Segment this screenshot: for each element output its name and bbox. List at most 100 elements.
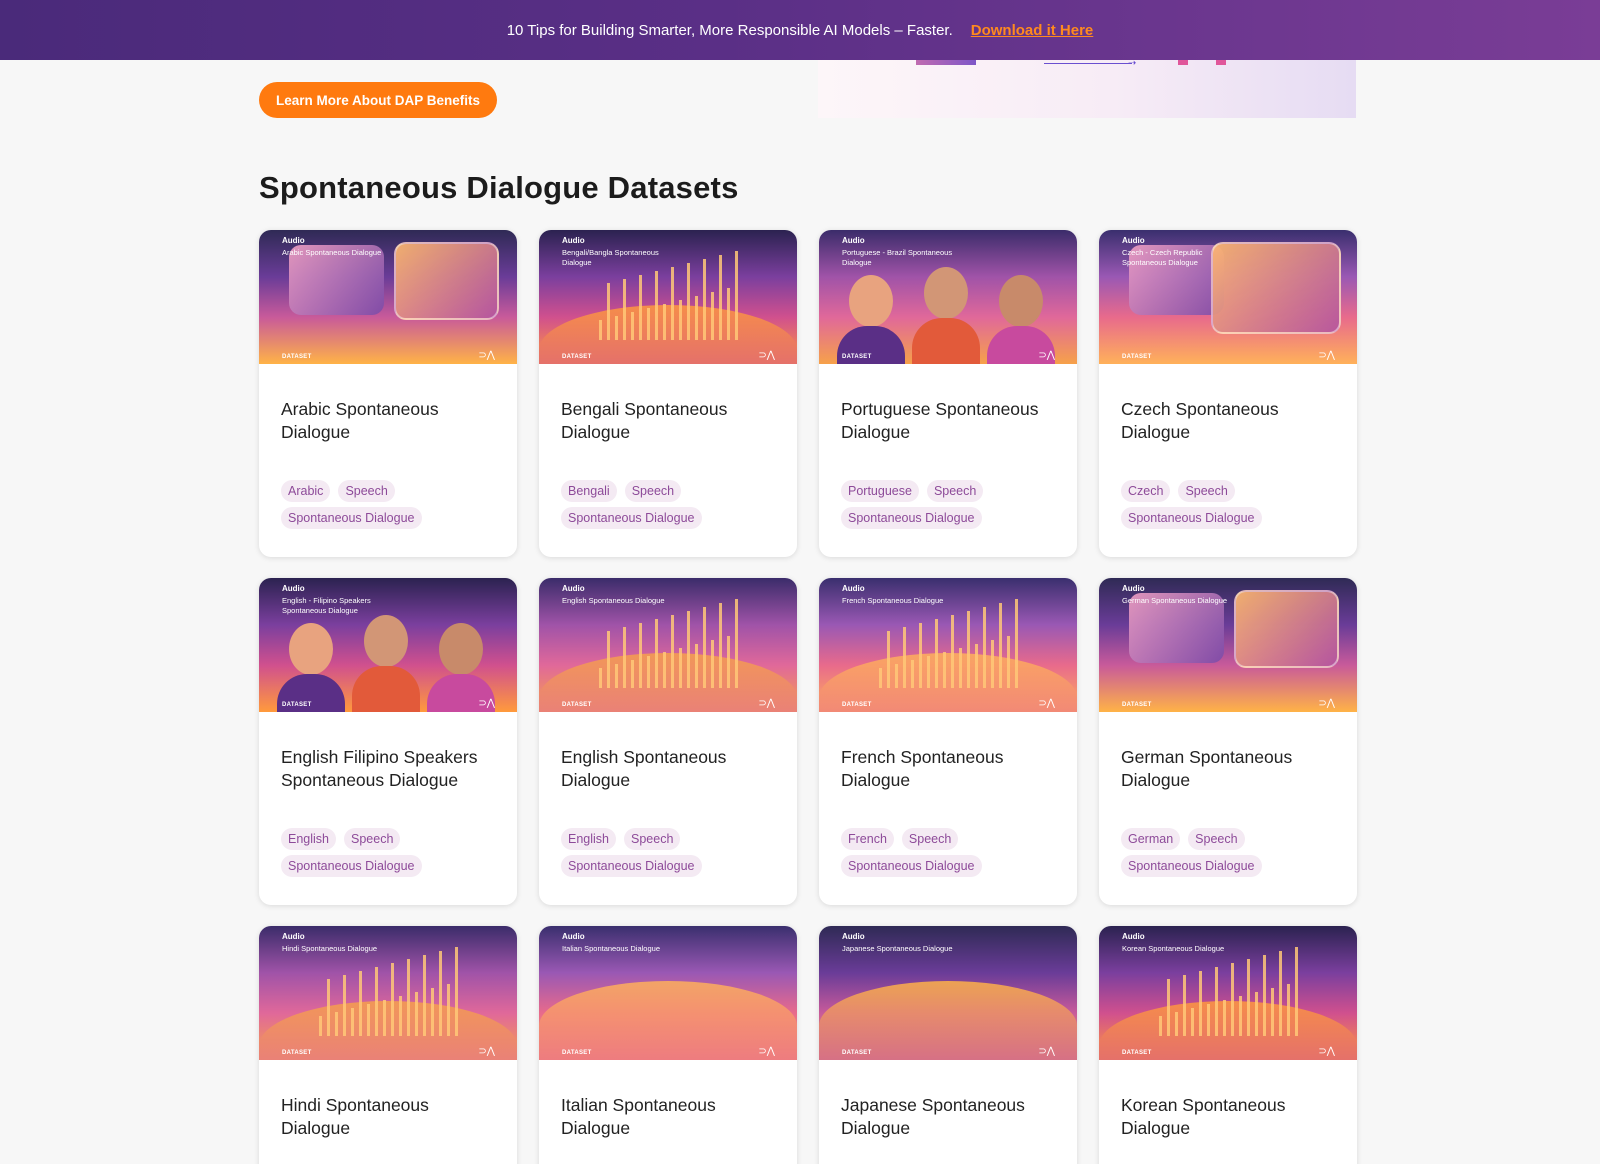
thumbnail-audio-label: Audio	[562, 932, 585, 941]
dataset-thumbnail: Audio Italian Spontaneous Dialogue DATASET…	[539, 926, 797, 1060]
tag-list: Bengali Speech Spontaneous Dialogue	[561, 480, 781, 529]
thumbnail-dataset-label: DATASET	[842, 702, 872, 708]
dataset-card[interactable]: Audio Japanese Spontaneous Dialogue DATASE…	[819, 926, 1077, 1164]
brand-logo-icon: ⊃⋀	[758, 350, 775, 361]
thumbnail-dataset-name: Korean Spontaneous Dialogue	[1122, 944, 1225, 953]
thumbnail-dataset-label: DATASET	[1122, 1050, 1152, 1056]
card-title[interactable]: Arabic Spontaneous Dialogue	[281, 398, 501, 444]
thumbnail-audio-label: Audio	[842, 236, 865, 245]
tag-chip[interactable]: Spontaneous Dialogue	[281, 507, 422, 529]
thumbnail-audio-label: Audio	[1122, 584, 1145, 593]
dataset-thumbnail: Audio German Spontaneous Dialogue DATASET ⊃…	[1099, 578, 1357, 712]
dataset-card[interactable]: Audio Bengali/Bangla Spontaneous Dialogue…	[539, 230, 797, 557]
dataset-card[interactable]: Audio Hindi Spontaneous Dialogue DATASET ⊃⋀…	[259, 926, 517, 1164]
card-title[interactable]: Portuguese Spontaneous Dialogue	[841, 398, 1061, 444]
card-title[interactable]: Czech Spontaneous Dialogue	[1121, 398, 1341, 444]
thumbnail-dataset-name: Italian Spontaneous Dialogue	[562, 944, 660, 953]
tag-list: French Speech Spontaneous Dialogue	[841, 828, 1061, 877]
tag-chip[interactable]: German	[1121, 828, 1181, 850]
tag-chip[interactable]: Portuguese	[841, 480, 919, 502]
dataset-card[interactable]: Audio French Spontaneous Dialogue DATASET ⊃…	[819, 578, 1077, 905]
tag-chip[interactable]: Speech	[1178, 480, 1235, 502]
dataset-thumbnail: Audio English Spontaneous Dialogue DATASET…	[539, 578, 797, 712]
dataset-card[interactable]: Audio German Spontaneous Dialogue DATASET ⊃…	[1099, 578, 1357, 905]
thumbnail-audio-label: Audio	[282, 236, 305, 245]
tag-list: Arabic Speech Spontaneous Dialogue	[281, 480, 501, 529]
brand-logo-icon: ⊃⋀	[758, 1046, 775, 1057]
dataset-card[interactable]: Audio Portuguese - Brazil Spontaneous Dia…	[819, 230, 1077, 557]
card-title[interactable]: Japanese Spontaneous Dialogue	[841, 1094, 1061, 1140]
brand-logo-icon: ⊃⋀	[1038, 698, 1055, 709]
thumbnail-dataset-label: DATASET	[1122, 702, 1152, 708]
dataset-thumbnail: Audio French Spontaneous Dialogue DATASET ⊃…	[819, 578, 1077, 712]
tag-list: German Speech Spontaneous Dialogue	[1121, 828, 1341, 877]
dataset-thumbnail: Audio Japanese Spontaneous Dialogue DATASE…	[819, 926, 1077, 1060]
card-title[interactable]: German Spontaneous Dialogue	[1121, 746, 1341, 792]
tag-list: Portuguese Speech Spontaneous Dialogue	[841, 480, 1061, 529]
card-title[interactable]: Korean Spontaneous Dialogue	[1121, 1094, 1341, 1140]
tag-chip[interactable]: Speech	[624, 828, 681, 850]
card-title[interactable]: English Spontaneous Dialogue	[561, 746, 781, 792]
dataset-card[interactable]: Audio English Spontaneous Dialogue DATASET…	[539, 578, 797, 905]
dataset-card[interactable]: Audio Czech - Czech Republic Spontaneous …	[1099, 230, 1357, 557]
brand-logo-icon: ⊃⋀	[1038, 1046, 1055, 1057]
thumbnail-dataset-name: German Spontaneous Dialogue	[1122, 596, 1228, 605]
thumbnail-dataset-name: English Spontaneous Dialogue	[562, 596, 665, 605]
hero-illustration-fragment: ➝	[818, 60, 1356, 118]
dataset-card[interactable]: Audio English - Filipino Speakers Spontan…	[259, 578, 517, 905]
tag-chip[interactable]: Spontaneous Dialogue	[841, 855, 982, 877]
thumbnail-dataset-name: French Spontaneous Dialogue	[842, 596, 944, 605]
tag-chip[interactable]: Spontaneous Dialogue	[1121, 855, 1262, 877]
dataset-card[interactable]: Audio Arabic Spontaneous Dialogue DATASET ⊃…	[259, 230, 517, 557]
dataset-thumbnail: Audio English - Filipino Speakers Spontan…	[259, 578, 517, 712]
tag-list: English Speech Spontaneous Dialogue	[561, 828, 781, 877]
tag-chip[interactable]: French	[841, 828, 894, 850]
thumbnail-audio-label: Audio	[842, 932, 865, 941]
tag-chip[interactable]: Speech	[926, 480, 984, 502]
dataset-thumbnail: Audio Arabic Spontaneous Dialogue DATASET ⊃…	[259, 230, 517, 364]
thumbnail-dataset-name: Czech - Czech Republic Spontaneous Dialo…	[1122, 248, 1203, 267]
thumbnail-dataset-name: Portuguese - Brazil Spontaneous Dialogue	[842, 248, 953, 267]
tag-chip[interactable]: Speech	[624, 480, 682, 502]
tag-chip[interactable]: Speech	[1188, 828, 1245, 850]
tag-list: Czech Speech Spontaneous Dialogue	[1121, 480, 1341, 529]
tag-chip[interactable]: Speech	[344, 828, 401, 850]
thumbnail-dataset-name: Bengali/Bangla Spontaneous Dialogue	[562, 248, 659, 267]
card-title[interactable]: French Spontaneous Dialogue	[841, 746, 1061, 792]
tag-chip[interactable]: English	[281, 828, 336, 850]
dataset-thumbnail: Audio Czech - Czech Republic Spontaneous …	[1099, 230, 1357, 364]
card-title[interactable]: Bengali Spontaneous Dialogue	[561, 398, 781, 444]
tag-chip[interactable]: English	[561, 828, 616, 850]
tag-chip[interactable]: Bengali	[561, 480, 617, 502]
tag-chip[interactable]: Spontaneous Dialogue	[561, 507, 702, 529]
brand-logo-icon: ⊃⋀	[1318, 350, 1335, 361]
tag-chip[interactable]: Spontaneous Dialogue	[561, 855, 702, 877]
thumbnail-dataset-label: DATASET	[842, 354, 872, 360]
thumbnail-dataset-label: DATASET	[842, 1050, 872, 1056]
brand-logo-icon: ⊃⋀	[1318, 698, 1335, 709]
thumbnail-dataset-label: DATASET	[562, 1050, 592, 1056]
dataset-card[interactable]: Audio Italian Spontaneous Dialogue DATASET…	[539, 926, 797, 1164]
tag-chip[interactable]: Spontaneous Dialogue	[1121, 507, 1262, 529]
thumbnail-dataset-name: English - Filipino Speakers Spontaneous …	[282, 596, 371, 615]
tag-chip[interactable]: Spontaneous Dialogue	[841, 507, 982, 529]
tag-chip[interactable]: Speech	[338, 480, 395, 502]
learn-more-dap-button[interactable]: Learn More About DAP Benefits	[259, 82, 497, 118]
tag-chip[interactable]: Arabic	[281, 480, 331, 502]
card-title[interactable]: Hindi Spontaneous Dialogue	[281, 1094, 501, 1140]
dataset-thumbnail: Audio Portuguese - Brazil Spontaneous Dia…	[819, 230, 1077, 364]
brand-logo-icon: ⊃⋀	[478, 698, 495, 709]
tag-chip[interactable]: Czech	[1121, 480, 1171, 502]
tag-chip[interactable]: Speech	[901, 828, 959, 850]
thumbnail-dataset-label: DATASET	[1122, 354, 1152, 360]
download-link[interactable]: Download it Here	[971, 22, 1094, 39]
brand-logo-icon: ⊃⋀	[1038, 350, 1055, 361]
card-title[interactable]: Italian Spontaneous Dialogue	[561, 1094, 781, 1140]
dataset-card[interactable]: Audio Korean Spontaneous Dialogue DATASET ⊃…	[1099, 926, 1357, 1164]
brand-logo-icon: ⊃⋀	[1318, 1046, 1335, 1057]
tag-chip[interactable]: Spontaneous Dialogue	[281, 855, 422, 877]
thumbnail-dataset-label: DATASET	[282, 702, 312, 708]
thumbnail-dataset-label: DATASET	[282, 354, 312, 360]
dataset-thumbnail: Audio Hindi Spontaneous Dialogue DATASET ⊃⋀	[259, 926, 517, 1060]
card-title[interactable]: English Filipino Speakers Spontaneous Di…	[281, 746, 501, 792]
